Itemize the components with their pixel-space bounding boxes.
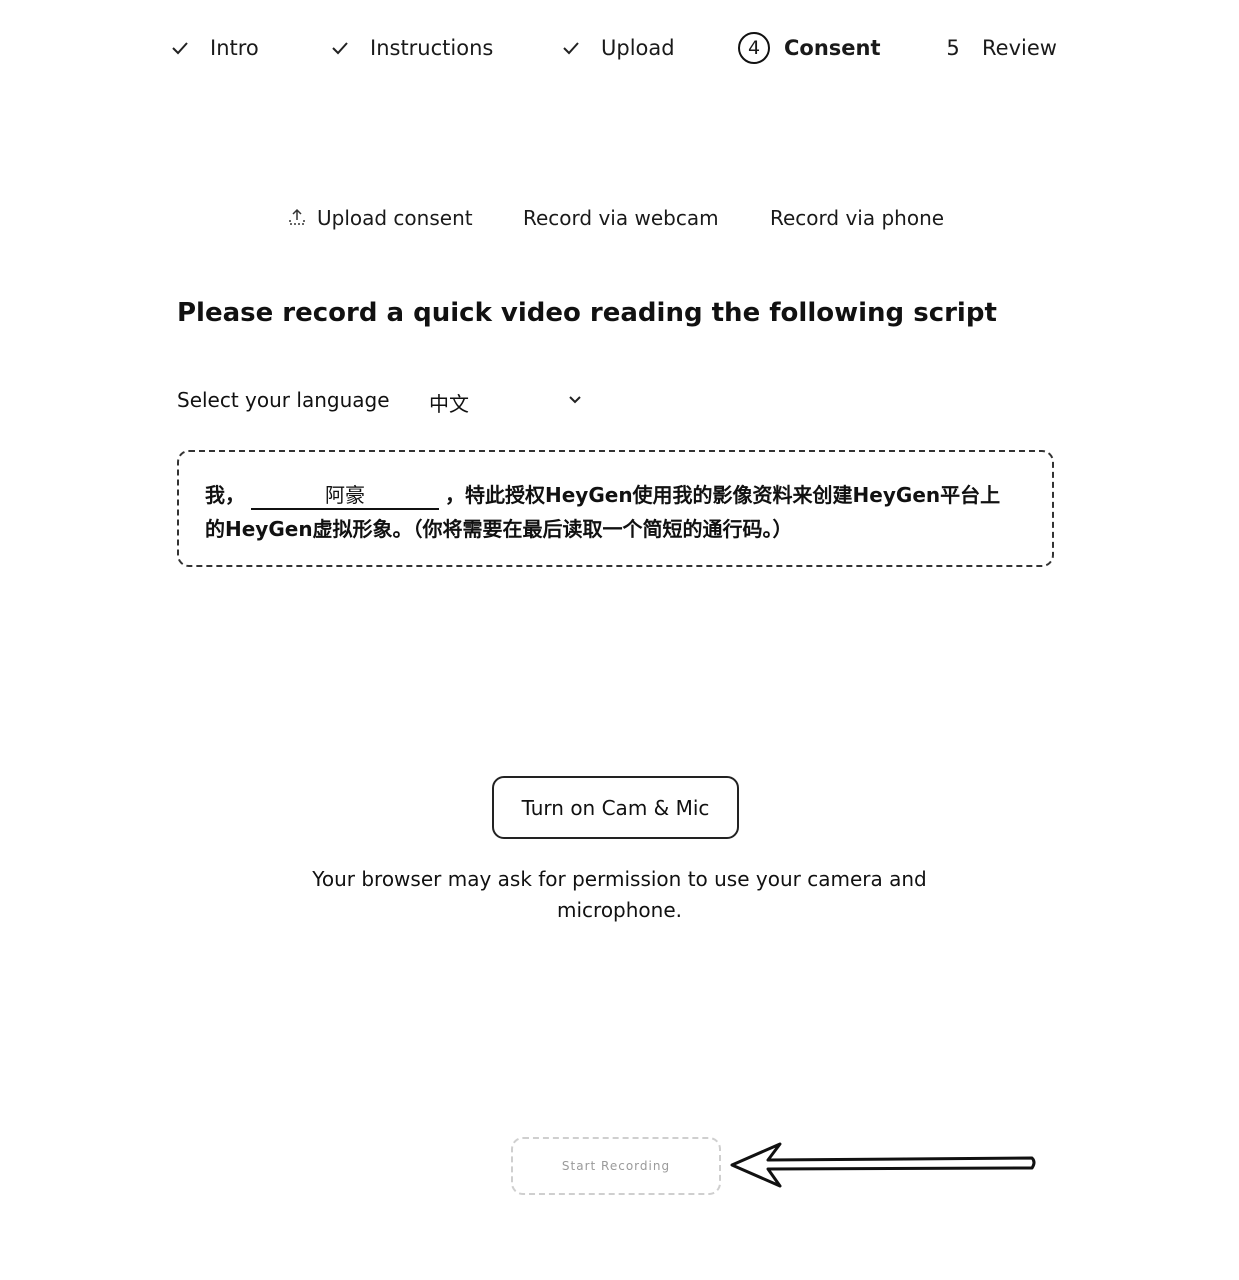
step-review-label: Review (982, 36, 1057, 60)
chevron-down-icon (569, 396, 581, 404)
script-prefix: 我， (205, 483, 245, 507)
step-intro[interactable]: Intro (170, 28, 259, 68)
start-recording-label: Start Recording (561, 1159, 671, 1173)
step-consent[interactable]: 4 Consent (738, 28, 881, 68)
turn-on-cam-mic-button[interactable]: Turn on Cam & Mic (492, 776, 739, 839)
tab-record-phone-label: Record via phone (770, 206, 945, 230)
progress-stepper: Intro Instructions Upload 4 Consent 5 Re… (0, 28, 1239, 68)
language-select[interactable]: 中文 (429, 380, 589, 420)
step-number: 5 (946, 36, 960, 60)
permission-notice: Your browser may ask for permission to u… (0, 864, 1239, 926)
step-number-badge: 4 (738, 32, 770, 64)
step-instructions[interactable]: Instructions (330, 28, 493, 68)
permission-notice-line-2: microphone. (557, 898, 682, 922)
script-line-1-text: ，特此授权HeyGen使用我的影像资料来创建HeyGen平台上 (445, 483, 1001, 507)
page-title: Please record a quick video reading the … (177, 298, 997, 328)
script-name-blank: 阿豪 (251, 482, 439, 510)
step-upload[interactable]: Upload (561, 28, 675, 68)
language-label: Select your language (177, 388, 390, 412)
tab-record-phone[interactable]: Record via phone (770, 200, 944, 236)
language-row: Select your language 中文 (177, 380, 597, 420)
start-recording-button[interactable]: Start Recording (511, 1137, 721, 1195)
script-line-1: 我， 阿豪 ，特此授权HeyGen使用我的影像资料来创建HeyGen平台上 (205, 478, 1026, 512)
tab-record-webcam-label: Record via webcam (523, 206, 719, 230)
step-review[interactable]: 5 Review (944, 28, 1057, 68)
checkmark-icon (172, 42, 188, 55)
consent-method-tabs: Upload consent Record via webcam Record … (0, 200, 1239, 236)
annotation-arrow-icon (730, 1142, 1036, 1188)
tab-record-webcam[interactable]: Record via webcam (523, 200, 719, 236)
checkmark-icon (563, 42, 579, 55)
step-upload-label: Upload (601, 36, 675, 60)
step-intro-label: Intro (210, 36, 259, 60)
checkmark-icon (332, 42, 348, 55)
permission-notice-line-1: Your browser may ask for permission to u… (312, 867, 927, 891)
consent-script-box: 我， 阿豪 ，特此授权HeyGen使用我的影像资料来创建HeyGen平台上 的Hey… (177, 450, 1054, 567)
tab-upload-consent[interactable]: Upload consent (285, 200, 473, 236)
tab-upload-consent-label: Upload consent (317, 206, 473, 230)
step-consent-label: Consent (784, 36, 881, 60)
upload-icon (289, 208, 305, 225)
step-instructions-label: Instructions (370, 36, 494, 60)
language-selected-value: 中文 (429, 392, 469, 416)
script-line-2: 的HeyGen虚拟形象。（你将需要在最后读取一个简短的通行码。） (205, 517, 793, 541)
